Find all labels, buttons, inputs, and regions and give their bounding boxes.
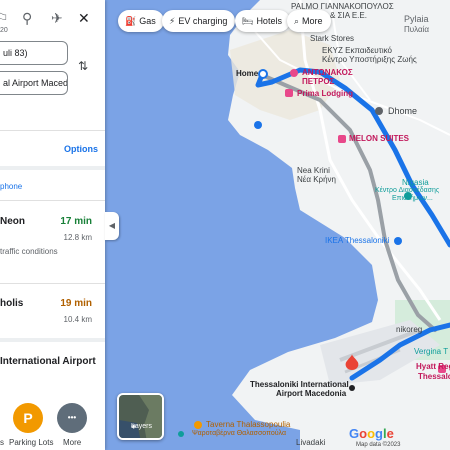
label-ikea: IKEA Thessaloniki [325,236,390,245]
chip-ev-label: EV charging [178,16,228,26]
label-melon: MELON SUITES [349,134,410,143]
divider [0,130,105,131]
chip-gas-label: Gas [139,16,156,26]
bicycle-icon[interactable]: ⚲ [22,10,32,27]
google-logo: Google [349,426,394,441]
route-2-time: 19 min [60,298,92,309]
label-ekyz-2: Κέντρο Υποστήριξης Ζωής [322,55,417,64]
label-home: Home [236,69,259,78]
origin-field[interactable]: uli 83) [0,41,68,65]
flight-icon[interactable]: ✈ [51,10,63,27]
parking-button[interactable]: P [13,403,43,433]
chip-hotels[interactable]: 🛏 Hotels [235,10,290,32]
label-dhome: Dhome [388,106,418,116]
chip-more[interactable]: ⌕ More [287,10,331,32]
mode-sub-time: 20 [0,27,8,34]
route-1-time: 17 min [60,216,92,227]
label-antonakos-1: ΑΝΤΩΝΑΚΟΣ [302,68,353,77]
bottom-left-label: s [0,438,4,447]
label-livadaki: Livadaki [296,438,326,447]
ikea-pin [394,237,402,245]
divider [0,166,105,170]
label-pylaia-gr: Πυλαία [404,25,430,34]
chip-ev-charging[interactable]: ⚡ EV charging [162,10,236,32]
melon-pin [338,135,346,143]
prima-pin [285,89,293,97]
map-attribution: Map data ©2023 [356,442,401,448]
layers-button[interactable]: ◈ Layers [117,393,164,440]
label-ekyz-1: ΕΚΥΖ Εκπαιδευτικό [322,46,392,55]
teal-pin [254,121,262,129]
more-icon[interactable]: ••• [57,403,87,433]
google-logo-letter: e [386,426,394,441]
chip-more-label: More [302,16,323,26]
google-logo-letter: G [349,426,360,441]
destination-title: International Airport [0,356,96,367]
chip-hotels-label: Hotels [256,16,282,26]
label-airport-1: Thessaloniki International [250,380,349,389]
label-stark: Stark Stores [310,34,355,43]
hotel-icon: 🛏 [242,16,254,26]
route-option-2[interactable]: holis 19 min 10.4 km [0,298,105,338]
route-2-name: holis [0,298,24,309]
swap-icon[interactable]: ⇅ [78,59,88,73]
google-logo-letter: o [367,426,376,441]
label-hyatt-2: Thessaloniki [418,372,450,381]
more-label: More [63,438,82,447]
park-pin [178,431,184,437]
route-2-distance: 10.4 km [63,315,92,324]
route-1-distance: 12.8 km [63,233,92,242]
label-nea-krini: Nea Krini [297,166,330,175]
destination-field[interactable]: al Airport Macedo [0,71,68,95]
label-sia: & ΣΙΑ Ε.Ε. [330,11,367,20]
destination-dot [349,385,355,391]
google-logo-letter: o [359,426,368,441]
label-pylaia: Pylaia [404,14,429,24]
label-hyatt-1: Hyatt Regency [416,362,450,371]
label-airport-2: Airport Macedonia [276,389,347,398]
ev-charging-icon: ⚡ [169,16,176,26]
label-kentro-2: Επιστήμων... [392,195,433,202]
divider [0,338,105,342]
home-marker [258,69,268,79]
label-taverna-2: Ψαροταβέρνα Θαλασσοπούλα [192,430,286,437]
divider [0,283,105,284]
parking-label: Parking Lots [9,438,54,447]
collapse-panel-button[interactable]: ◀ [105,212,119,240]
directions-panel: ⚐ ⚲ ✈ ✕ 20 uli 83) al Airport Macedo ⇅ O… [0,0,105,450]
label-antonakos-2: ΠΕΤΡΟΣ [302,77,335,86]
label-prima: Prima Lodging [297,89,353,98]
route-option-1[interactable]: Neon 17 min 12.8 km traffic conditions [0,216,105,276]
divider [0,200,105,201]
travel-mode-row: ⚐ ⚲ ✈ ✕ 20 [0,5,105,34]
route-1-name: Neon [0,216,25,227]
dhome-pin [375,107,383,115]
layers-thumbnail [119,395,162,438]
gas-icon: ⛽ [125,16,137,26]
search-icon: ⌕ [294,16,300,26]
google-logo-letter: g [375,426,383,441]
options-button[interactable]: Options [64,144,98,154]
route-1-note: traffic conditions [0,247,58,256]
layers-text: Layers [131,423,153,430]
car-icon[interactable]: ⚐ [0,10,9,27]
label-nikoreg: nikoreg [396,325,423,334]
taverna-pin [194,421,202,429]
close-icon[interactable]: ✕ [78,10,90,27]
antonakos-pin [290,69,298,77]
label-nea-krini-gr: Νέα Κρήνη [297,175,336,184]
label-vergina: Vergina T [414,347,449,356]
send-to-phone-link[interactable]: phone [0,182,22,191]
label-taverna-1: Taverna Thalassopoulia [206,420,291,429]
chip-gas[interactable]: ⛽ Gas [118,10,164,32]
